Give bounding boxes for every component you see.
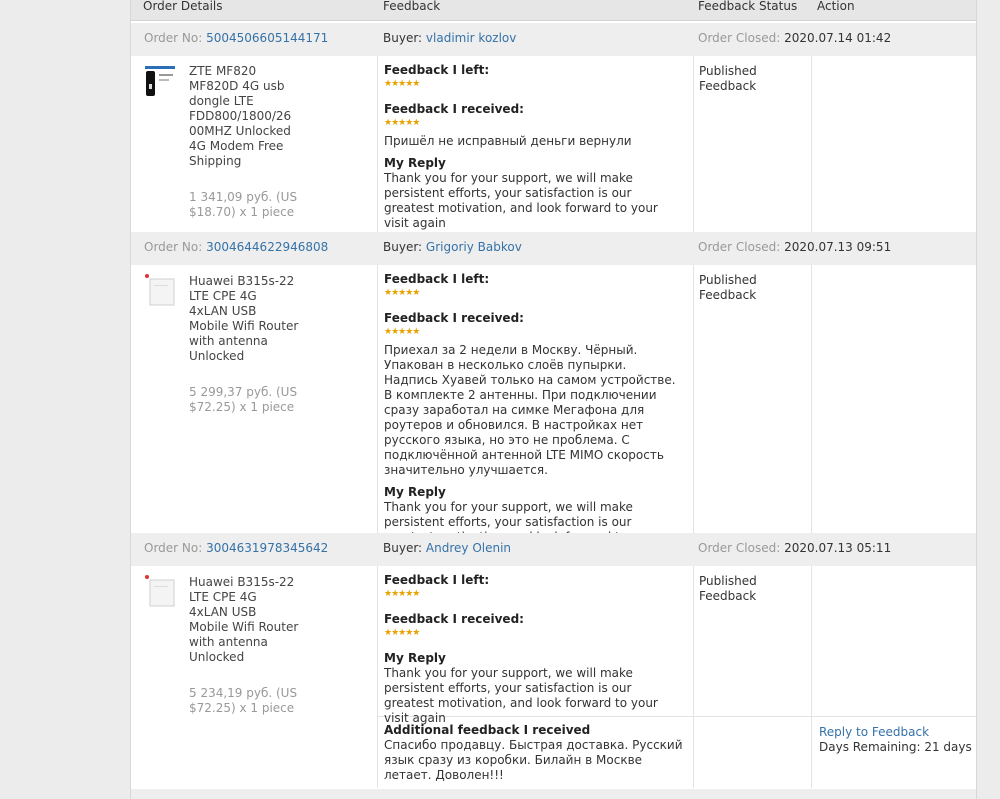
order-number-link[interactable]: 3004644622946808 [206,240,328,254]
feedback-received-label: Feedback I received: [384,311,524,325]
feedback-cell: Feedback I left: ★★★★★ Feedback I receiv… [384,63,684,231]
reply-text: Thank you for your support, we will make… [384,666,658,725]
next-order-bar [131,789,976,799]
order-header-row: Order No: 3004631978345642 Buyer: Andrey… [131,533,976,566]
additional-feedback-label: Additional feedback I received [384,723,591,737]
rating-stars-icon: ★★★★★ [384,288,420,298]
additional-feedback-cell: Additional feedback I received Спасибо п… [384,723,684,783]
order-closed-label: Order Closed: [698,240,781,254]
feedback-received-label: Feedback I received: [384,102,524,116]
order-closed-date: 2020.07.13 05:11 [784,541,892,555]
header-order-details: Order Details [143,0,223,13]
product-price: 5 299,37 руб. (US $72.25) x 1 piece [189,385,298,414]
reply-text: Thank you for your support, we will make… [384,171,658,230]
order-header-row: Order No: 5004506605144171 Buyer: vladim… [131,23,976,56]
my-reply-label: My Reply [384,485,446,499]
order-closed-label: Order Closed: [698,31,781,45]
order-no-label: Order No: [144,240,203,254]
order-closed-label: Order Closed: [698,541,781,555]
product-title-link[interactable]: Huawei B315s-22 LTE CPE 4G 4xLAN USB Mob… [189,274,299,364]
rating-stars-icon: ★★★★★ [384,327,420,337]
feedback-received-label: Feedback I received: [384,612,524,626]
days-remaining-text: Days Remaining: 21 days [819,740,972,754]
header-feedback-status: Feedback Status [698,0,798,13]
buyer-label: Buyer: [383,240,423,254]
additional-feedback-text: Спасибо продавцу. Быстрая доставка. Русс… [384,738,683,782]
order-header-row: Order No: 3004644622946808 Buyer: Grigor… [131,232,976,265]
feedback-status-text: Published Feedback [699,273,757,302]
rating-stars-icon: ★★★★★ [384,118,420,128]
order-number-link[interactable]: 3004631978345642 [206,541,328,555]
product-thumbnail[interactable] [143,64,177,98]
feedback-left-label: Feedback I left: [384,573,490,587]
rating-stars-icon: ★★★★★ [384,79,420,89]
product-title-link[interactable]: Huawei B315s-22 LTE CPE 4G 4xLAN USB Mob… [189,575,299,665]
received-feedback-text: Пришёл не исправный деньги вернули [384,134,632,148]
order-no-label: Order No: [144,31,203,45]
product-title-link[interactable]: ZTE MF820 MF820D 4G usb dongle LTE FDD80… [189,64,299,169]
feedback-panel: Order Details Feedback Feedback Status A… [130,0,977,799]
buyer-label: Buyer: [383,31,423,45]
feedback-cell: Feedback I left: ★★★★★ Feedback I receiv… [384,573,684,726]
feedback-status-text: Published Feedback [699,574,757,603]
reply-to-feedback-link[interactable]: Reply to Feedback [819,725,972,740]
buyer-label: Buyer: [383,541,423,555]
header-feedback: Feedback [383,0,441,13]
order-no-label: Order No: [144,541,203,555]
action-cell: Reply to Feedback Days Remaining: 21 day… [819,725,972,755]
feedback-left-label: Feedback I left: [384,63,490,77]
product-thumbnail[interactable] [143,273,177,307]
order-closed-date: 2020.07.13 09:51 [784,240,892,254]
header-action: Action [817,0,855,13]
feedback-cell: Feedback I left: ★★★★★ Feedback I receiv… [384,272,684,560]
my-reply-label: My Reply [384,651,446,665]
feedback-left-label: Feedback I left: [384,272,490,286]
order-number-link[interactable]: 5004506605144171 [206,31,328,45]
rating-stars-icon: ★★★★★ [384,628,420,638]
product-price: 5 234,19 руб. (US $72.25) x 1 piece [189,686,298,715]
buyer-name-link[interactable]: Andrey Olenin [426,541,511,555]
product-thumbnail[interactable] [143,574,177,608]
buyer-name-link[interactable]: Grigoriy Babkov [426,240,522,254]
rating-stars-icon: ★★★★★ [384,589,420,599]
product-price: 1 341,09 руб. (US $18.70) x 1 piece [189,190,298,219]
my-reply-label: My Reply [384,156,446,170]
feedback-status-text: Published Feedback [699,64,757,93]
received-feedback-text: Приехал за 2 недели в Москву. Чёрный. Уп… [384,343,676,477]
table-header: Order Details Feedback Feedback Status A… [131,0,976,21]
buyer-name-link[interactable]: vladimir kozlov [426,31,516,45]
order-closed-date: 2020.07.14 01:42 [784,31,892,45]
